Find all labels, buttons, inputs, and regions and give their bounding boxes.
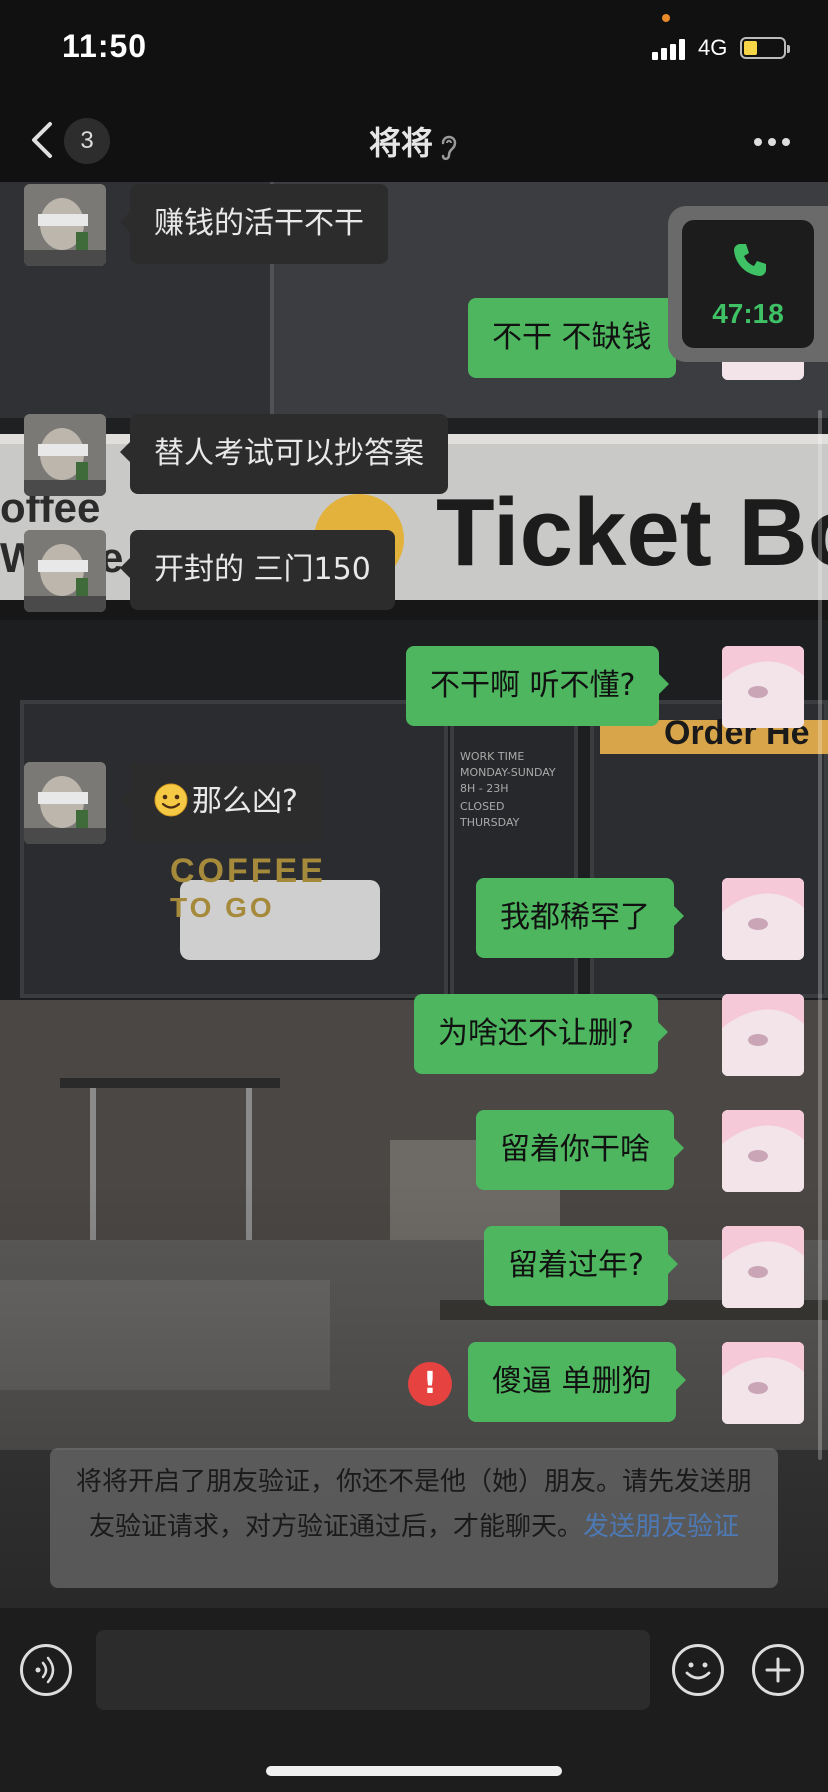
privacy-indicator [662,14,670,22]
bg-coffee-to-go-2: TO GO [170,892,275,923]
call-panel: 47:18 [682,220,814,348]
message-bubble-incoming[interactable]: 赚钱的活干不干 [120,184,388,264]
signal-icon [652,38,688,60]
floating-call-widget[interactable]: 47:18 [668,206,828,362]
bg-window-text-5: THURSDAY [460,816,520,829]
phone-icon [730,240,770,280]
contact-avatar[interactable] [24,762,106,844]
bg-window-text-2: MONDAY-SUNDAY [460,766,556,779]
message-bubble-outgoing[interactable]: 我都稀罕了 [476,878,684,958]
my-avatar[interactable] [722,1342,804,1424]
message-bubble-incoming[interactable]: 开封的 三门150 [120,530,395,610]
contact-avatar[interactable] [24,184,106,266]
emoji-icon[interactable] [672,1644,724,1696]
contact-avatar[interactable] [24,414,106,496]
bg-window-text-1: WORK TIME [460,750,525,763]
my-avatar[interactable] [722,878,804,960]
message-bubble-incoming[interactable]: 替人考试可以抄答案 [120,414,448,494]
call-duration: 47:18 [712,298,784,329]
voice-icon[interactable] [20,1644,72,1696]
contact-avatar[interactable] [24,530,106,612]
scrollbar[interactable] [818,410,822,1460]
status-bar: 11:50 4G [0,0,828,100]
message-bubble-outgoing[interactable]: 不干 不缺钱 [468,298,686,378]
message-bubble-outgoing[interactable]: 傻逼 单删狗 [468,1342,686,1422]
send-verification-link[interactable]: 发送朋友验证 [583,1512,739,1542]
message-bubble-outgoing[interactable]: 为啥还不让删? [414,994,668,1074]
bg-window-text-3: 8H - 23H [460,782,509,795]
network-type: 4G [698,35,728,60]
nav-bar: 3 将将 [0,100,828,182]
chat-title-text: 将将 [368,124,433,162]
smile-emoji-icon [154,768,188,817]
message-bubble-outgoing[interactable]: 留着你干啥 [476,1110,684,1190]
my-avatar[interactable] [722,1110,804,1192]
send-failed-icon[interactable]: ! [408,1362,452,1406]
bg-sign-ticket: Ticket Bo [436,479,828,586]
message-bubble-incoming[interactable]: 那么凶? [120,762,322,842]
input-bar [0,1608,828,1792]
my-avatar[interactable] [722,994,804,1076]
message-text: 那么凶? [192,784,298,819]
more-dots-icon[interactable] [754,138,794,148]
home-indicator[interactable] [266,1766,562,1776]
message-bubble-outgoing[interactable]: 不干啊 听不懂? [406,646,670,726]
ear-icon [439,131,459,161]
bg-coffee-to-go-1: COFFEE [170,852,326,890]
chat-title[interactable]: 将将 [0,118,828,164]
message-input[interactable] [96,1630,650,1710]
friend-verification-notice: 将将开启了朋友验证，你还不是他（她）朋友。请先发送朋友验证请求，对方验证通过后，… [50,1448,778,1588]
status-time: 11:50 [62,28,148,64]
bg-window-text-4: CLOSED [460,800,505,813]
battery-icon [740,37,790,59]
plus-icon[interactable] [752,1644,804,1696]
message-bubble-outgoing[interactable]: 留着过年? [484,1226,678,1306]
my-avatar[interactable] [722,646,804,728]
my-avatar[interactable] [722,1226,804,1308]
